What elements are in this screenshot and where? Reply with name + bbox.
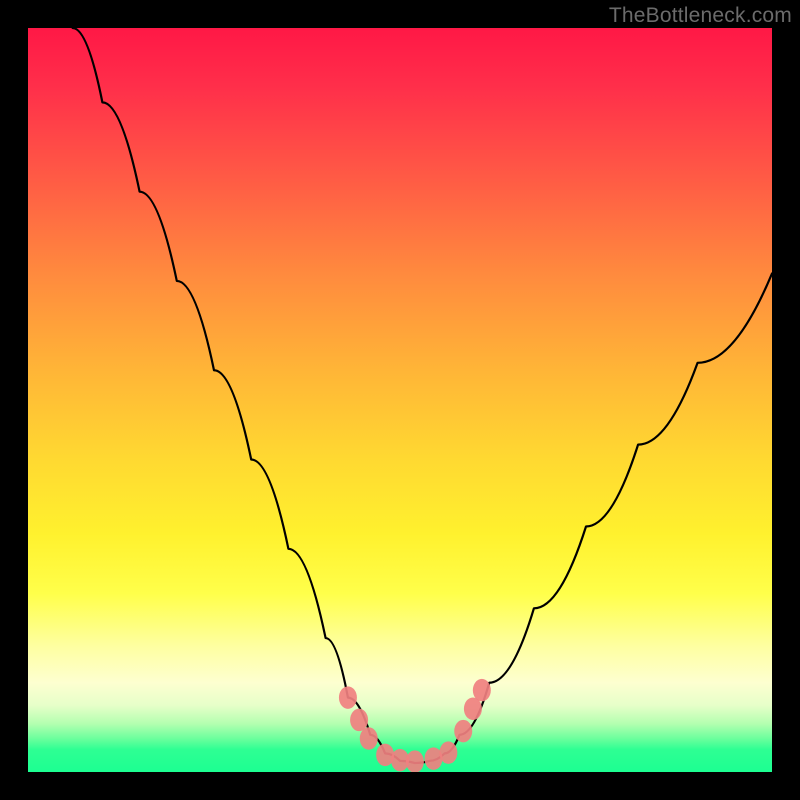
highlight-dot — [454, 720, 472, 743]
chart-stage: TheBottleneck.com — [0, 0, 800, 800]
plot-area — [28, 28, 772, 772]
highlight-dot — [473, 679, 491, 702]
highlight-dot — [406, 750, 424, 772]
highlight-dot — [339, 686, 357, 709]
highlight-dot — [439, 741, 457, 764]
highlight-dots — [28, 28, 772, 772]
highlight-dot — [360, 727, 378, 750]
highlight-dot — [350, 709, 368, 732]
watermark-text: TheBottleneck.com — [609, 4, 792, 28]
